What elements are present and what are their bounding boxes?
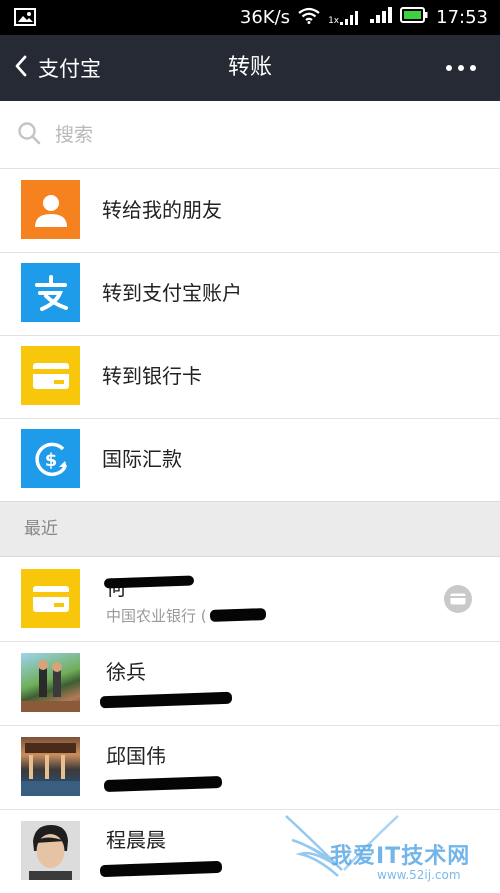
redaction-mark [99,860,223,878]
chevron-left-icon [14,55,28,82]
section-title: 最近 [24,519,58,539]
recent-item-contact[interactable]: 邱国伟 [0,725,500,809]
dollar-globe-icon: $ [21,429,80,488]
redaction-mark [99,691,233,709]
redaction-mark [209,608,267,622]
contact-name: 邱国伟 [106,744,166,768]
search-bar [0,101,500,169]
more-dots-icon[interactable] [446,35,476,101]
back-label: 支付宝 [38,57,101,81]
menu-item-label: 国际汇款 [102,447,182,471]
network-speed: 36K/s [239,7,291,28]
battery-icon [400,7,428,28]
redaction-mark [103,575,195,589]
nav-bar: 支付宝 转账 [0,35,500,101]
search-icon [17,121,41,149]
search-input[interactable] [53,122,457,147]
redaction-mark [103,775,223,793]
recent-list: 何 中国农业银行 ( 徐兵 邱国伟 程晨晨 [0,557,500,893]
menu-item-transfer-to-friend[interactable]: 转给我的朋友 [0,169,500,252]
person-icon [21,180,80,239]
menu-item-transfer-to-bank-card[interactable]: 转到银行卡 [0,335,500,418]
menu-item-label: 转到支付宝账户 [102,281,242,305]
contact-photo-avatar [21,653,80,712]
clock: 17:53 [436,7,488,28]
recent-item-bank-card[interactable]: 何 中国农业银行 ( [0,557,500,641]
recent-item-contact[interactable]: 程晨晨 [0,809,500,893]
back-button[interactable]: 支付宝 [14,35,101,101]
bank-card-icon [21,346,80,405]
menu-item-international-remittance[interactable]: $ 国际汇款 [0,418,500,501]
signal-icon [370,6,393,29]
recent-section-header: 最近 [0,501,500,557]
alipay-logo-icon [21,263,80,322]
transfer-menu: 转给我的朋友 转到支付宝账户 转到银行卡 $ 国际汇款 [0,169,500,501]
menu-item-transfer-to-alipay[interactable]: 转到支付宝账户 [0,252,500,335]
svg-text:$: $ [44,450,57,471]
contact-account: 中国农业银行 ( [106,607,207,625]
image-icon [14,8,36,30]
contact-photo-avatar [21,737,80,796]
contact-name: 程晨晨 [106,828,166,852]
menu-item-label: 转到银行卡 [102,364,202,388]
bank-card-icon [21,569,80,628]
sim-signal-icon: 1x [328,9,362,26]
menu-item-label: 转给我的朋友 [102,198,222,222]
contact-name: 徐兵 [106,660,146,684]
bank-card-action-icon[interactable] [444,585,472,613]
recent-item-contact[interactable]: 徐兵 [0,641,500,725]
status-bar: 36K/s 1x 17:53 [0,0,500,35]
wifi-icon [298,7,320,29]
contact-photo-avatar [21,821,80,880]
